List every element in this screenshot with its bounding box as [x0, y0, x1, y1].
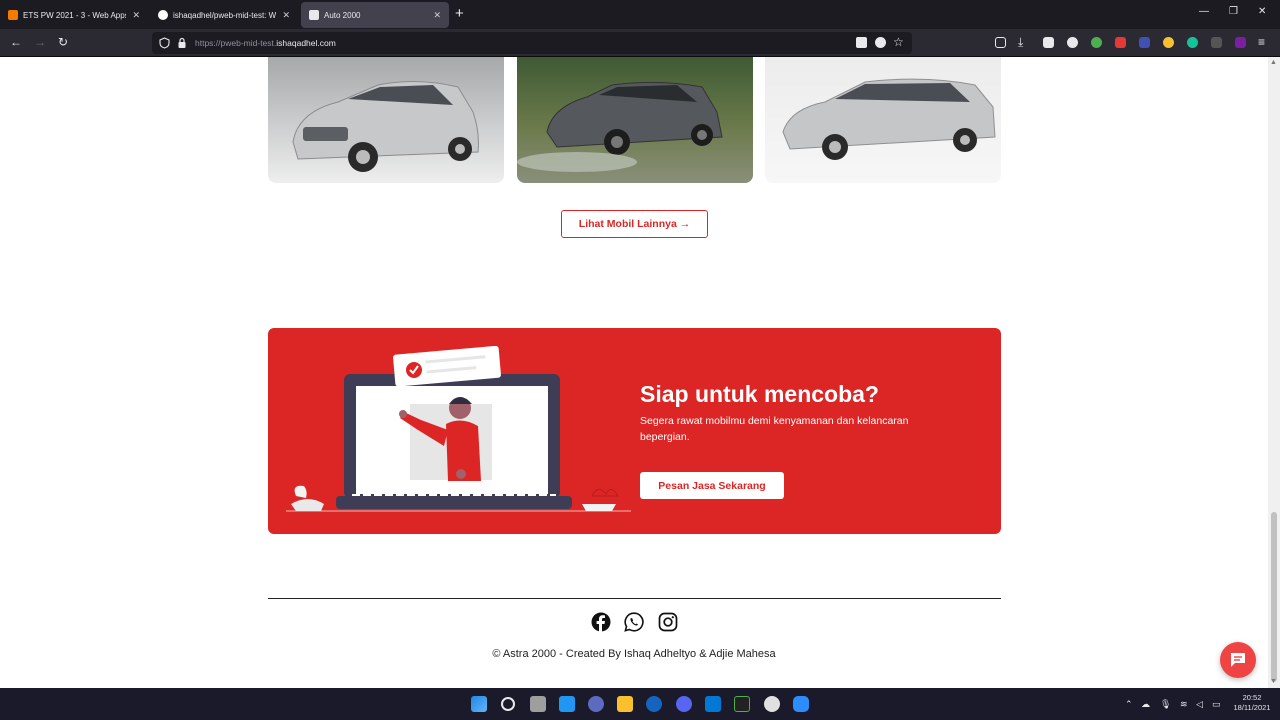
tray-chevron-icon[interactable]: ⌃ [1125, 699, 1133, 710]
extension-yellow-icon[interactable] [1163, 37, 1174, 48]
download-icon[interactable]: ⤓ [1018, 35, 1023, 49]
car-image-avanza[interactable] [268, 57, 504, 183]
whatsapp-icon[interactable] [624, 612, 644, 632]
new-tab-icon[interactable]: + [455, 6, 464, 22]
cta-title: Siap untuk mencoba? [640, 381, 879, 407]
extension-dark-icon[interactable] [1211, 37, 1222, 48]
chat-icon [1231, 653, 1245, 667]
car-image-innova[interactable] [765, 57, 1001, 183]
browser-tab-github[interactable]: ishaqadhel/pweb-mid-test: We ✕ [150, 2, 298, 28]
car-illustration [292, 80, 479, 172]
scroll-up-icon[interactable]: ▲ [1270, 59, 1277, 66]
cta-banner: Siap untuk mencoba? Segera rawat mobilmu… [268, 328, 1001, 534]
restore-icon[interactable]: ❐ [1229, 6, 1238, 17]
close-tab-icon[interactable]: ✕ [282, 10, 290, 21]
task-view-icon[interactable] [530, 696, 546, 712]
search-icon[interactable] [501, 697, 515, 711]
wifi-icon[interactable]: ≋ [1180, 699, 1188, 710]
star-icon[interactable]: ☆ [893, 35, 904, 49]
scrollbar-thumb[interactable] [1271, 512, 1277, 682]
url-text[interactable]: https://pweb-mid-test.ishaqadhel.com [195, 38, 336, 48]
cta-description: Segera rawat mobilmu demi kenyamanan dan… [640, 415, 909, 443]
translate-icon[interactable] [856, 37, 867, 48]
copyright-text: © Astra 2000 - Created By Ishaq Adheltyo… [492, 648, 776, 660]
blogger-icon [8, 10, 18, 20]
browser-nav-bar: ← → ↻ https://pweb-mid-test.ishaqadhel.c… [0, 29, 1280, 57]
footer-divider [268, 598, 1001, 599]
onedrive-icon[interactable]: ☁ [1141, 699, 1150, 710]
close-window-icon[interactable]: ✕ [1258, 6, 1266, 17]
github-icon [158, 10, 168, 20]
extension-red-icon[interactable] [1115, 37, 1126, 48]
browser-tab-ets[interactable]: ETS PW 2021 - 3 - Web Apps - I ✕ [0, 2, 148, 28]
back-icon[interactable]: ← [10, 35, 22, 49]
page-scrollbar[interactable]: ▲ ▼ [1268, 57, 1280, 688]
firefox-icon[interactable] [646, 696, 662, 712]
browser-tab-bar: ETS PW 2021 - 3 - Web Apps - I ✕ ishaqad… [0, 0, 1280, 29]
vscode-icon[interactable] [705, 696, 721, 712]
extension-blue-icon[interactable] [1139, 37, 1150, 48]
laptop-illustration [286, 346, 631, 512]
page-icon [309, 10, 319, 20]
reload-icon[interactable]: ↻ [58, 35, 68, 49]
close-tab-icon[interactable]: ✕ [132, 10, 140, 21]
car-illustration [517, 81, 723, 172]
car-image-fortuner[interactable] [517, 57, 753, 183]
lock-icon[interactable] [177, 37, 187, 49]
scroll-down-icon[interactable]: ▼ [1270, 678, 1277, 685]
system-clock[interactable]: 20:52 18/11/2021 [1230, 693, 1274, 713]
wrench-icon[interactable] [1043, 37, 1054, 48]
zoom-icon[interactable] [793, 696, 809, 712]
browser-tab-auto2000[interactable]: Auto 2000 ✕ [301, 2, 449, 28]
reader-icon[interactable] [875, 37, 886, 48]
extension-green-icon[interactable] [1091, 37, 1102, 48]
page-content: Lihat Mobil Lainnya → Siap untuk mencoba… [0, 57, 1268, 688]
github-desktop-icon[interactable] [764, 696, 780, 712]
teams-icon[interactable] [588, 696, 604, 712]
shield-icon[interactable] [159, 37, 170, 49]
url-bar[interactable]: https://pweb-mid-test.ishaqadhel.com ☆ [152, 32, 912, 54]
chat-button[interactable] [1220, 642, 1256, 678]
facebook-icon[interactable] [591, 612, 611, 632]
start-icon[interactable] [471, 696, 487, 712]
discord-icon[interactable] [676, 696, 692, 712]
file-explorer-icon[interactable] [617, 696, 633, 712]
menu-icon[interactable]: ≡ [1258, 35, 1265, 49]
forward-icon[interactable]: → [34, 35, 46, 49]
grammarly-icon[interactable] [1187, 37, 1198, 48]
minimize-icon[interactable]: — [1199, 6, 1209, 17]
instagram-icon[interactable] [658, 612, 678, 632]
extension-purple-icon[interactable] [1235, 37, 1246, 48]
widgets-icon[interactable] [559, 696, 575, 712]
battery-icon[interactable]: ▭ [1212, 699, 1221, 710]
microphone-icon[interactable]: 🎙 [1160, 699, 1171, 710]
terminal-icon[interactable] [734, 696, 750, 712]
windows-taskbar: ⌃ ☁ 🎙 ≋ ◁ ▭ 20:52 18/11/2021 [0, 688, 1280, 720]
close-tab-icon[interactable]: ✕ [433, 10, 441, 21]
info-extension-icon[interactable] [1067, 37, 1078, 48]
volume-icon[interactable]: ◁ [1196, 699, 1203, 710]
order-service-button[interactable]: Pesan Jasa Sekarang [640, 472, 784, 499]
more-cars-button[interactable]: Lihat Mobil Lainnya → [561, 210, 708, 238]
car-illustration [782, 78, 996, 160]
pocket-icon[interactable] [995, 37, 1006, 48]
